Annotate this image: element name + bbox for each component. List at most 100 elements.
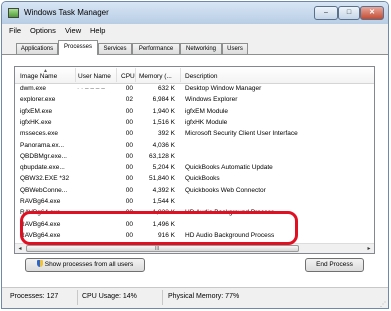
process-memory: 1,544 K: [152, 198, 175, 205]
process-cpu: 00: [125, 118, 133, 126]
table-row[interactable]: igfxEM.exe 00 1,940 K igfxEM Module: [15, 107, 374, 116]
table-row[interactable]: Panorama.ex... 00 4,036 K: [15, 141, 374, 150]
process-memory: 1,496 K: [152, 220, 175, 228]
column-memory[interactable]: Memory (...: [139, 73, 172, 80]
process-image-name: RAVBg64.exe: [20, 231, 61, 239]
status-divider: [77, 290, 78, 305]
process-description: QuickBooks Automatic Update: [185, 164, 273, 172]
process-image-name: QBDBMgr.exe...: [20, 152, 67, 160]
status-divider: [162, 290, 163, 305]
process-cpu: 00: [125, 198, 133, 205]
process-memory: 63,128 K: [148, 152, 175, 160]
process-user-name: · · ‒ ‒ ‒ ‒: [77, 85, 105, 92]
process-memory: 632 K: [158, 85, 175, 92]
column-description[interactable]: Description: [185, 73, 218, 80]
process-memory: 1,516 K: [152, 118, 175, 126]
process-cpu: 00: [125, 186, 133, 194]
table-row[interactable]: RAVBg64.exe 00 916 K HD Audio Background Pr…: [15, 231, 374, 240]
process-image-name: msseces.exe: [20, 130, 58, 138]
menu-help[interactable]: Help: [90, 26, 105, 35]
table-row[interactable]: QBWebConne... 00 4,392 K Quickbooks Web Con…: [15, 186, 374, 195]
table-row[interactable]: qbupdate.exe... 00 5,204 K QuickBooks Autom…: [15, 163, 374, 172]
process-cpu: 00: [125, 141, 133, 149]
process-cpu: 00: [125, 220, 133, 228]
column-user-name[interactable]: User Name: [78, 73, 111, 80]
process-description: HD Audio Background Process: [185, 231, 275, 239]
column-image-name[interactable]: Image Name: [20, 73, 57, 80]
process-cpu: 00: [125, 107, 133, 115]
status-bar: Processes: 127 CPU Usage: 14% Physical M…: [2, 287, 388, 308]
process-image-name: RAVBg64.exe: [20, 209, 61, 217]
process-description: QuickBooks: [185, 175, 220, 183]
scrollbar-thumb[interactable]: III: [26, 245, 299, 252]
table-row[interactable]: QBDBMgr.exe... 00 63,128 K: [15, 152, 374, 161]
status-physical-memory: Physical Memory: 77%: [168, 293, 240, 300]
process-image-name: qbupdate.exe...: [20, 164, 65, 172]
tab-performance[interactable]: Performance: [132, 43, 180, 54]
window-title: Windows Task Manager: [24, 8, 109, 17]
process-cpu: 00: [125, 130, 133, 138]
process-memory: 392 K: [158, 130, 175, 138]
process-memory: 1,940 K: [152, 107, 175, 115]
tab-processes[interactable]: Processes: [58, 40, 98, 55]
process-cpu: 00: [125, 175, 133, 183]
end-process-button[interactable]: End Process: [305, 258, 364, 272]
process-memory: 6,984 K: [152, 96, 175, 104]
process-image-name: RAVBg64.exe: [20, 198, 61, 205]
column-divider[interactable]: [135, 68, 136, 82]
table-row[interactable]: RAVBg64.exe 00 1,828 K HD Audio Background …: [15, 208, 374, 217]
process-description: Microsoft Security Client User Interface: [185, 130, 298, 138]
uac-shield-icon: [36, 260, 43, 267]
status-cpu-usage: CPU Usage: 14%: [82, 293, 137, 300]
process-description: Windows Explorer: [185, 96, 238, 104]
horizontal-scrollbar[interactable]: ◂ III ▸: [15, 243, 374, 253]
process-image-name: igfxHK.exe: [20, 118, 52, 126]
process-image-name: igfxEM.exe: [20, 107, 53, 115]
process-cpu: 00: [125, 231, 133, 239]
table-row[interactable]: explorer.exe 02 6,984 K Windows Explorer: [15, 95, 374, 104]
tab-applications[interactable]: Applications: [16, 43, 58, 54]
process-description: Desktop Window Manager: [185, 85, 262, 92]
maximize-button[interactable]: □: [338, 6, 360, 20]
process-list[interactable]: ▲ Image Name User Name CPU Memory (... D…: [14, 66, 375, 254]
show-all-processes-button[interactable]: Show processes from all users: [25, 258, 145, 272]
process-memory: 5,204 K: [152, 164, 175, 172]
show-all-processes-label: Show processes from all users: [44, 261, 134, 268]
table-row[interactable]: RAVBg64.exe 00 1,496 K: [15, 220, 374, 229]
process-cpu: 00: [125, 85, 133, 92]
table-row[interactable]: dwm.exe · · ‒ ‒ ‒ ‒ 00 632 K Desktop Window …: [15, 84, 374, 93]
tab-strip: Applications Processes Services Performa…: [2, 38, 388, 55]
resize-grip-icon[interactable]: ⋰: [380, 301, 386, 308]
tab-users[interactable]: Users: [222, 43, 248, 54]
minimize-button[interactable]: –: [314, 6, 338, 20]
table-row[interactable]: msseces.exe 00 392 K Microsoft Security Cli…: [15, 129, 374, 138]
process-memory: 4,036 K: [152, 141, 175, 149]
column-cpu[interactable]: CPU: [121, 73, 135, 80]
process-memory: 4,392 K: [152, 186, 175, 194]
table-row[interactable]: RAVBg64.exe 00 1,544 K: [15, 197, 374, 206]
column-divider[interactable]: [75, 68, 76, 82]
process-memory: 1,828 K: [152, 209, 175, 217]
status-processes: Processes: 127: [10, 293, 59, 300]
close-button[interactable]: ✕: [360, 6, 384, 20]
tab-networking[interactable]: Networking: [180, 43, 222, 54]
process-memory: 916 K: [158, 231, 175, 239]
menu-view[interactable]: View: [65, 26, 81, 35]
title-bar[interactable]: Windows Task Manager – □ ✕: [2, 2, 388, 24]
process-cpu: 00: [125, 164, 133, 172]
table-row[interactable]: igfxHK.exe 00 1,516 K igfxHK Module: [15, 118, 374, 127]
process-image-name: explorer.exe: [20, 96, 56, 104]
processes-panel: ▲ Image Name User Name CPU Memory (... D…: [2, 54, 388, 288]
process-image-name: QBW32.EXE *32: [20, 175, 70, 183]
scroll-right-icon[interactable]: ▸: [364, 244, 374, 253]
menu-options[interactable]: Options: [30, 26, 56, 35]
column-header-row: ▲ Image Name User Name CPU Memory (... D…: [15, 67, 374, 84]
scroll-left-icon[interactable]: ◂: [15, 244, 25, 253]
column-divider[interactable]: [180, 68, 181, 82]
menu-file[interactable]: File: [9, 26, 21, 35]
task-manager-icon: [8, 8, 19, 18]
process-cpu: 00: [125, 209, 133, 217]
column-divider[interactable]: [116, 68, 117, 82]
tab-services[interactable]: Services: [98, 43, 132, 54]
table-row[interactable]: QBW32.EXE *32 00 51,840 K QuickBooks: [15, 174, 374, 183]
